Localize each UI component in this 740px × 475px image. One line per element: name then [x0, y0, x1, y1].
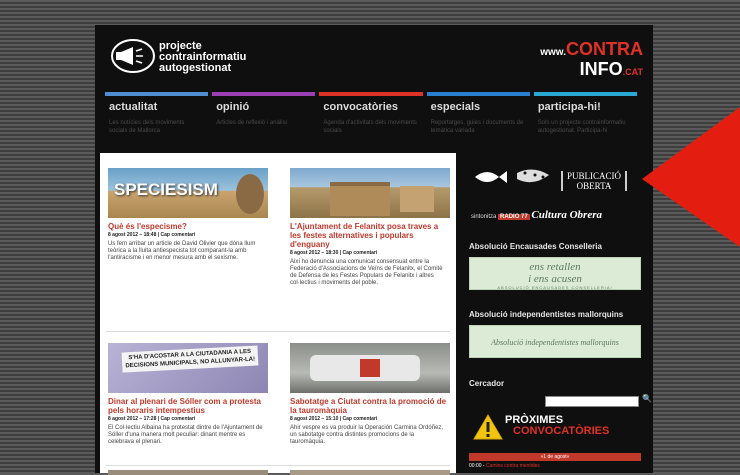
nav-item-convocatories[interactable]: convocatòries Agenda d'activitats dels m… — [319, 92, 426, 144]
page-container: projecte contrainformatiu autogestionat … — [95, 25, 653, 475]
post-title[interactable]: Què és l'especisme? — [108, 222, 268, 231]
post-card: Sabotatge a Ciutat contra la promoció de… — [290, 343, 450, 446]
post-divider — [106, 331, 450, 332]
radio-name: Cultura Obrera — [531, 209, 602, 221]
post-thumbnail[interactable]: S'HA D'ACOSTAR A LA CIUTADANIA A LES DEC… — [108, 343, 268, 393]
post-thumbnail[interactable] — [290, 168, 450, 218]
paint-splash — [360, 359, 380, 377]
proximes-convocatories-banner[interactable]: PRÒXIMES CONVOCATÒRIES — [473, 409, 643, 449]
post-excerpt: Ahir vespre es va produir la Operación C… — [290, 425, 444, 445]
post-meta: 8 agost 2012 – 18:48 | Cap comentari — [108, 232, 196, 238]
event-time: 00:00 - — [469, 463, 485, 469]
post-meta: 8 agost 2012 – 18:30 | Cap comentari — [290, 250, 378, 256]
post-card: L'Ajuntament de Felanitx posa traves a l… — [290, 168, 450, 287]
post-excerpt: Us fem arribar un article de David Olivi… — [108, 241, 256, 261]
thumbnail-caption: S'HA D'ACOSTAR A LA CIUTADANIA A LES DEC… — [121, 345, 259, 373]
post-title[interactable]: Dinar al plenari de Sóller com a protest… — [108, 397, 268, 415]
search-input[interactable] — [545, 396, 639, 407]
banner-line-3: ABSOLUCIÓ ENCAUSADES CONSELLERIA! — [497, 285, 613, 290]
date-bar: »1 de agost« — [469, 453, 641, 461]
nav-label: especials — [430, 101, 481, 113]
radio-prefix: sintonitza — [471, 214, 497, 220]
nav-color-bar — [105, 92, 209, 96]
nav-color-bar — [319, 92, 423, 96]
warning-icon — [473, 414, 503, 440]
post-meta: 8 agost 2012 – 17:28 | Cap comentari — [108, 416, 196, 422]
section-title: Absolució Encausades Conselleria — [469, 242, 602, 251]
radio-station: RADIO 77 — [498, 214, 530, 220]
sidebar: PUBLICACIÓ OBERTA sintonitza RADIO 77 Cu… — [463, 153, 652, 473]
nav-desc: Articles de reflexió i anàlisi — [216, 120, 287, 126]
absolucio-independentistes-banner[interactable]: Absolució independentistes mallorquins — [469, 325, 641, 358]
nav-item-participa[interactable]: participa-hi! Sols un projecte contrainf… — [533, 92, 641, 144]
section-title: Absolució independentistes mallorquins — [469, 310, 624, 319]
post-title[interactable]: Sabotatge a Ciutat contra la promoció de… — [290, 397, 450, 415]
fish-icon — [475, 169, 549, 183]
post-card: SPECIESISM Què és l'especisme? 8 agost 2… — [108, 168, 268, 262]
nav-desc: Reportatges, guies i documents de temàti… — [430, 120, 524, 134]
brand-info: INFO — [579, 59, 623, 79]
pointer-arrow-icon — [642, 107, 740, 247]
nav-label: convocatòries — [323, 101, 398, 113]
nav-label: participa-hi! — [537, 101, 601, 113]
brand-logo[interactable]: www.CONTRA INFO.CAT — [540, 39, 643, 80]
logo-text: projecte contrainformatiu autogestionat — [159, 41, 246, 74]
cow-image — [236, 174, 264, 214]
event-item[interactable]: 00:00 - Camins contra mentides — [469, 463, 540, 469]
nav-desc: Sols un projecte contrainformatiu autoge… — [537, 120, 626, 134]
site-logo[interactable]: projecte contrainformatiu autogestionat — [111, 39, 251, 79]
search-icon[interactable]: 🔍 — [642, 394, 652, 403]
brand-tld: .CAT — [622, 67, 643, 77]
banner-line-2: i ens acusen — [528, 273, 582, 285]
nav-item-opinio[interactable]: opinió Articles de reflexió i anàlisi — [212, 92, 319, 144]
search-title: Cercador — [469, 379, 505, 388]
nav-label: actualitat — [109, 101, 158, 113]
post-thumbnail[interactable] — [290, 343, 450, 393]
building-image — [330, 182, 390, 216]
pub-line-2: OBERTA — [576, 181, 612, 191]
main-nav: actualitat Les notícies dels moviments s… — [105, 92, 641, 144]
event-title: Camins contra mentides — [485, 463, 540, 469]
nav-color-bar — [426, 92, 530, 96]
thumbnail-caption: SPECIESISM — [114, 180, 218, 199]
post-divider — [106, 465, 450, 466]
building-image — [400, 186, 434, 212]
absolucio-encausades-banner[interactable]: ens retallen i ens acusen ABSOLUCIÓ ENCA… — [469, 257, 641, 290]
post-thumbnail[interactable]: SPECIESISM — [108, 168, 268, 218]
radio-banner[interactable]: sintonitza RADIO 77 Cultura Obrera — [471, 209, 602, 221]
publicacio-oberta-banner[interactable]: PUBLICACIÓ OBERTA — [473, 163, 643, 199]
banner-line-1: ens retallen — [529, 261, 581, 273]
publicacio-oberta-label: PUBLICACIÓ OBERTA — [561, 171, 628, 191]
main-content: SPECIESISM Què és l'especisme? 8 agost 2… — [100, 153, 456, 475]
nav-item-especials[interactable]: especials Reportatges, guies i documents… — [426, 92, 534, 144]
post-excerpt: Així ho denuncia una comunicat consensua… — [290, 259, 443, 286]
post-card: S'HA D'ACOSTAR A LA CIUTADANIA A LES DEC… — [108, 343, 268, 446]
brand-contra: CONTRA — [566, 39, 643, 59]
nav-item-actualitat[interactable]: actualitat Les notícies dels moviments s… — [105, 92, 212, 144]
nav-desc: Agenda d'activitats dels moviments socia… — [323, 120, 417, 134]
pub-line-1: PUBLICACIÓ — [567, 171, 622, 181]
nav-color-bar — [212, 92, 316, 96]
post-meta: 8 agost 2012 – 15:10 | Cap comentari — [290, 416, 378, 422]
post-title[interactable]: L'Ajuntament de Felanitx posa traves a l… — [290, 222, 450, 249]
post-excerpt: El Col·lectiu Albaina ha protestat dintr… — [108, 425, 263, 445]
nav-color-bar — [533, 92, 638, 96]
nav-label: opinió — [216, 101, 250, 113]
banner-text: Absolució independentistes mallorquins — [491, 338, 619, 347]
brand-www: www. — [540, 47, 566, 58]
nav-desc: Les notícies dels moviments socials de M… — [109, 120, 185, 134]
convocatories-label: CONVOCATÒRIES — [513, 425, 610, 437]
logo-line-3: autogestionat — [159, 62, 232, 74]
megaphone-icon — [111, 39, 155, 73]
